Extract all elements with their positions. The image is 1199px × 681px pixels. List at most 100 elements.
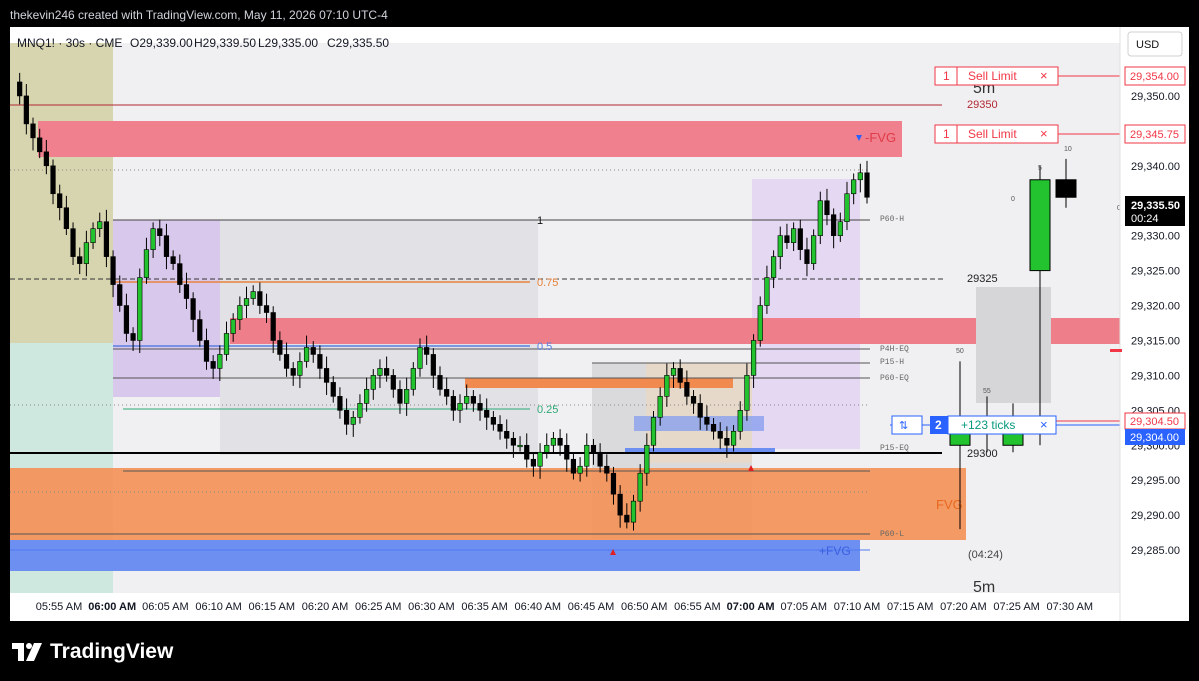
vol-10: 10 [1064, 146, 1072, 153]
time-tick-label: 06:15 AM [249, 601, 295, 613]
vol-0a: 0 [1011, 196, 1015, 203]
time-tick-label: 06:40 AM [515, 601, 561, 613]
candle-body [37, 137, 43, 153]
candle-body [177, 263, 183, 285]
time-tick-label: 07:15 AM [887, 601, 933, 613]
candle-body [317, 354, 323, 369]
candle-body [390, 375, 396, 390]
chart-panel[interactable]: 1 0.75 0.5 0.25 P60-H P4H-EQ P15-H P60-E… [10, 27, 1189, 621]
fib-025-label: 0.25 [537, 404, 558, 416]
symbol-legend[interactable]: MNQ1! · 30s · CME O29,339.00 H29,339.50 … [17, 36, 389, 50]
candle-body [804, 249, 810, 264]
candle-body [130, 333, 136, 341]
candle-body [537, 451, 543, 467]
candle-body [23, 95, 29, 125]
candle-body [744, 375, 750, 411]
time-tick-label: 07:00 AM [727, 601, 775, 613]
candle-body [384, 368, 390, 376]
candle-body [323, 368, 330, 383]
candle-body [590, 444, 597, 453]
p60h-label: P60-H [880, 215, 904, 224]
close-icon[interactable]: × [1040, 417, 1048, 432]
candle-body [784, 235, 790, 243]
reverse-icon: ⇅ [899, 420, 908, 432]
time-tick-label: 06:45 AM [568, 601, 614, 613]
sell-limit-label-1: Sell Limit [968, 69, 1017, 83]
price-tick-label: 29,350.00 [1131, 91, 1180, 103]
candle-body [297, 361, 303, 376]
candle-body [30, 123, 36, 139]
close-icon[interactable]: × [1040, 68, 1048, 83]
candle-body [530, 458, 537, 467]
candle-body [857, 172, 863, 181]
candle-body [410, 368, 416, 390]
price-tick-label: 29,295.00 [1131, 475, 1180, 487]
p60eq-label: P60-EQ [880, 374, 909, 383]
candle-body [664, 375, 670, 397]
candle-body [831, 214, 837, 236]
time-tick-label: 06:35 AM [461, 601, 507, 613]
candle-body [210, 361, 216, 369]
candle-body [290, 368, 296, 376]
candle-body [190, 298, 196, 320]
candle-body [470, 396, 476, 404]
candle-body [123, 305, 130, 334]
candle-body [457, 403, 463, 411]
candle-body [103, 221, 110, 257]
candle-body [150, 228, 156, 250]
price-axis-bg [1120, 27, 1189, 621]
candle-body [657, 396, 663, 418]
vol-50: 50 [956, 348, 964, 355]
price-tick-label: 29,290.00 [1131, 510, 1180, 522]
vol-5: 5 [1038, 165, 1042, 172]
candle-body [824, 200, 830, 216]
close-icon[interactable]: × [1040, 126, 1048, 141]
position-order[interactable]: ⇅ 2 +123 ticks × [891, 415, 1057, 435]
candle-body [704, 417, 710, 425]
tf-bottom-label: 5m [973, 579, 995, 596]
p4heq-label: P4H-EQ [880, 345, 909, 354]
candle-body [310, 347, 316, 355]
position-price: 29,304.50 [1130, 416, 1179, 428]
candle-body [797, 228, 803, 250]
candle-body [564, 444, 570, 460]
candle-body [364, 389, 370, 404]
candle-body [57, 193, 63, 209]
price-tick-label: 29,285.00 [1131, 545, 1180, 557]
time-tick-label: 06:50 AM [621, 601, 667, 613]
candle-body [337, 396, 343, 411]
sell-limit-qty-2: 1 [943, 127, 950, 141]
price-tick-label: 29,340.00 [1131, 161, 1180, 173]
candle-body [90, 228, 96, 243]
level-29350-label: 29350 [967, 99, 998, 111]
legend-close: C29,335.50 [327, 36, 389, 50]
candle-body [230, 319, 236, 334]
candle-body [770, 256, 777, 278]
candle-body [497, 424, 503, 432]
candle-body [490, 417, 496, 425]
candle-body [577, 465, 583, 474]
candle-body [811, 235, 817, 264]
candle-body [684, 382, 690, 397]
candle-body [697, 403, 703, 418]
time-tick-label: 07:10 AM [834, 601, 880, 613]
countdown-5m: (04:24) [968, 549, 1003, 561]
price-tick-label: 29,330.00 [1131, 231, 1180, 243]
candle-body [517, 444, 523, 448]
candle-body [83, 242, 89, 264]
candle-body [817, 200, 823, 236]
time-tick-label: 06:30 AM [408, 601, 454, 613]
candle-body [63, 207, 69, 229]
candle-body [477, 403, 483, 411]
price-tick-label: 29,310.00 [1131, 370, 1180, 382]
chart-svg[interactable]: 1 0.75 0.5 0.25 P60-H P4H-EQ P15-H P60-E… [10, 27, 1189, 621]
candle-body [737, 410, 743, 432]
candle-body [750, 340, 757, 376]
candle-body [97, 221, 103, 229]
tradingview-logo-icon [12, 643, 42, 661]
candle-body [250, 291, 256, 299]
candle-body [630, 500, 637, 523]
legend-high: H29,339.50 [194, 36, 256, 50]
candle-body [203, 340, 210, 362]
candle-body [844, 193, 850, 222]
